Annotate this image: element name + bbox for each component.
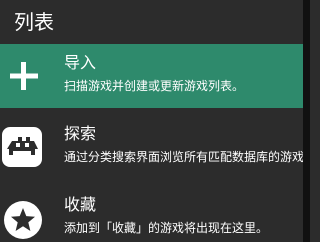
menu-item-sublabel: 添加到「收藏」的游戏将出现在这里。 (64, 221, 269, 235)
page-title: 列表 (14, 10, 54, 34)
retroarch-invader-icon (0, 123, 48, 171)
header-bar: 列表 (0, 0, 310, 44)
menu-item-label: 探索 (64, 124, 97, 143)
screen-edge-strip (303, 0, 310, 242)
menu-item-import[interactable]: 导入 扫描游戏并创建或更新游戏列表。 (0, 44, 303, 108)
plus-icon (0, 52, 48, 100)
menu-item-label: 收藏 (64, 195, 97, 214)
menu-item-explore[interactable]: 探索 通过分类搜索界面浏览所有匹配数据库的游戏。 (0, 115, 303, 179)
playlists-screen: 列表 导入 扫描游戏并创建或更新游戏列表。 探索 通过分类搜索界面浏览所有匹配数… (0, 0, 310, 242)
star-icon (0, 194, 48, 242)
menu-item-favorites[interactable]: 收藏 添加到「收藏」的游戏将出现在这里。 (0, 186, 303, 242)
menu-item-sublabel: 通过分类搜索界面浏览所有匹配数据库的游戏。 (64, 150, 303, 164)
menu-item-label: 导入 (64, 53, 97, 72)
menu-item-sublabel: 扫描游戏并创建或更新游戏列表。 (64, 79, 245, 93)
